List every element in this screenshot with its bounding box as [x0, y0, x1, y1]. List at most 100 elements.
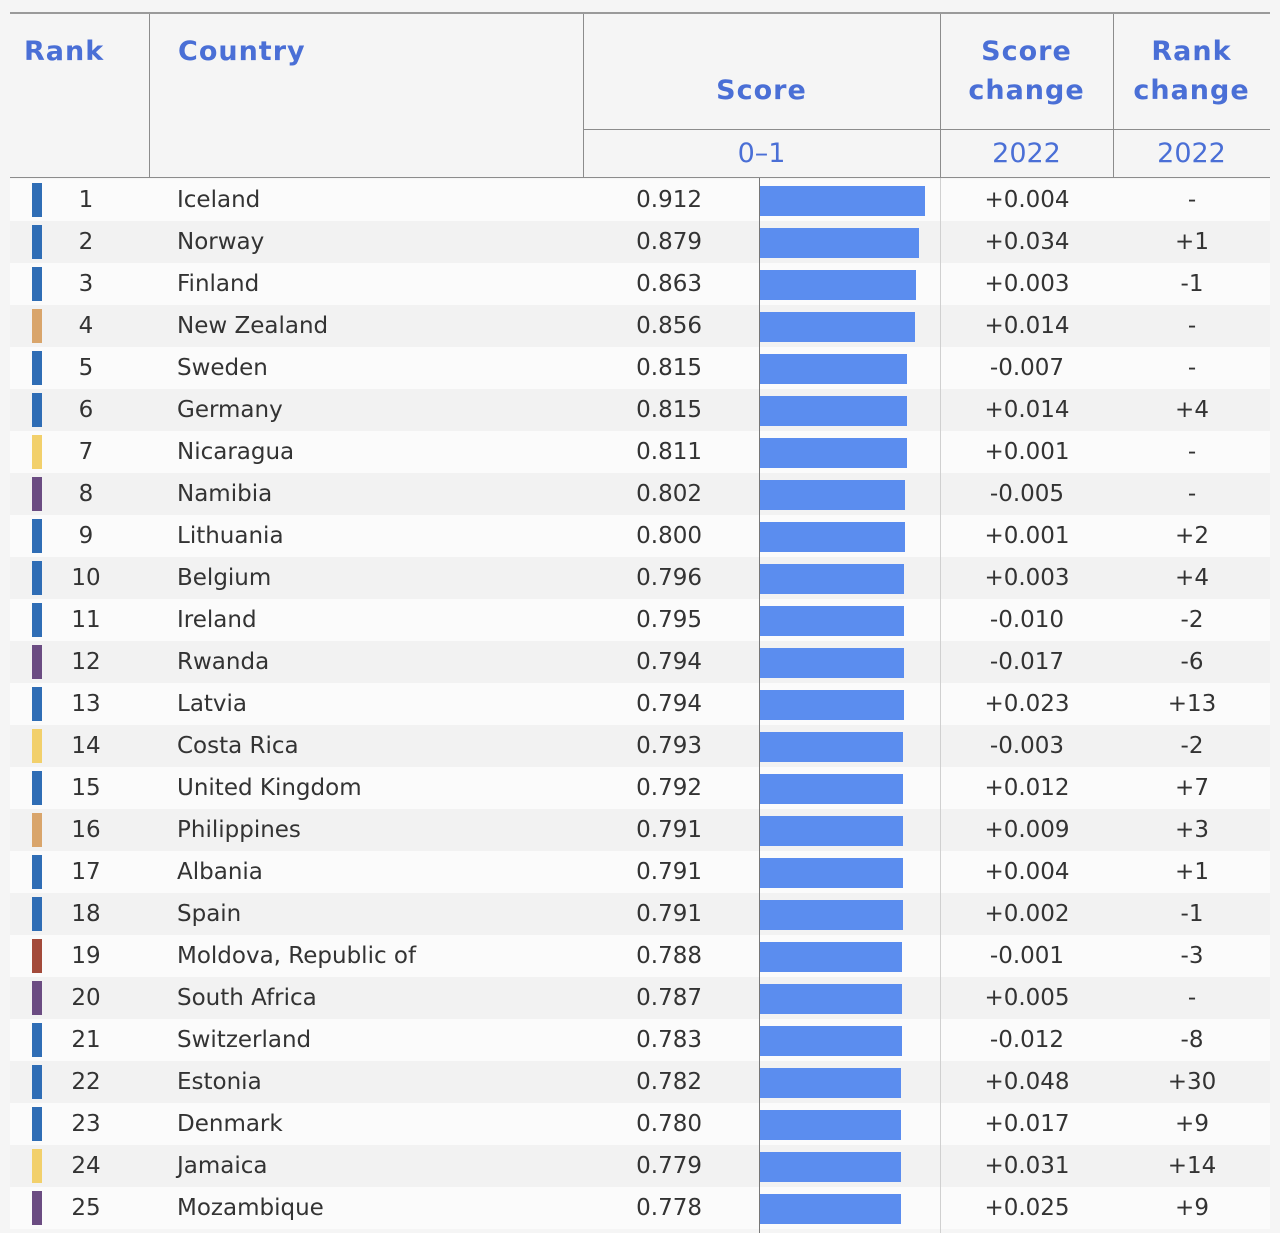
rank-change-cell: -1 [1180, 901, 1204, 927]
country-cell: Philippines [177, 817, 301, 843]
score-cell: 0.800 [636, 523, 702, 549]
country-cell: Sweden [177, 355, 268, 381]
score-change-header-line1: Score [981, 36, 1072, 67]
score-bar [760, 312, 915, 342]
score-change-cell: +0.023 [984, 691, 1070, 717]
rank-change-cell: - [1187, 313, 1197, 339]
table-row: 20 South Africa 0.787 +0.005 - [10, 977, 1270, 1019]
country-cell: Ireland [177, 607, 257, 633]
table-row: 6 Germany 0.815 +0.014 +4 [10, 389, 1270, 431]
region-swatch [32, 1107, 42, 1141]
rank-change-cell: +9 [1175, 1195, 1209, 1221]
score-change-cell: +0.003 [984, 565, 1070, 591]
country-cell: Germany [177, 397, 283, 423]
table-row: 15 United Kingdom 0.792 +0.012 +7 [10, 767, 1270, 809]
score-cell: 0.783 [636, 1027, 702, 1053]
score-change-cell: +0.004 [984, 187, 1070, 213]
rank-cell: 13 [71, 691, 101, 717]
region-swatch [32, 267, 42, 301]
rank-cell: 22 [71, 1069, 101, 1095]
top-border [10, 12, 1270, 14]
score-change-year: 2022 [992, 138, 1061, 169]
score-change-cell: -0.007 [989, 355, 1065, 381]
rank-change-cell: +4 [1175, 397, 1209, 423]
score-range-label: 0–1 [737, 138, 786, 169]
table-row: 24 Jamaica 0.779 +0.031 +14 [10, 1145, 1270, 1187]
score-change-cell: +0.025 [984, 1195, 1070, 1221]
rank-change-cell: - [1187, 187, 1197, 213]
score-cell: 0.787 [636, 985, 702, 1011]
region-swatch [32, 645, 42, 679]
score-bar [760, 564, 904, 594]
country-cell: Belgium [177, 565, 272, 591]
gender-gap-table: Rank Country Score Score change Rank cha… [0, 0, 1280, 1233]
rank-change-header-line2: change [1133, 75, 1250, 106]
country-cell: Denmark [177, 1111, 283, 1137]
region-swatch [32, 1065, 42, 1099]
rank-cell: 25 [71, 1195, 101, 1221]
rank-change-cell: -2 [1180, 733, 1204, 759]
rank-change-cell: +2 [1175, 523, 1209, 549]
rank-change-cell: +14 [1167, 1153, 1217, 1179]
table-row: 10 Belgium 0.796 +0.003 +4 [10, 557, 1270, 599]
score-change-cell: +0.004 [984, 859, 1070, 885]
country-cell: Spain [177, 901, 242, 927]
country-cell: Albania [177, 859, 263, 885]
score-change-cell: -0.012 [989, 1027, 1065, 1053]
score-change-cell: +0.001 [984, 523, 1070, 549]
score-cell: 0.879 [636, 229, 702, 255]
rank-cell: 8 [78, 481, 94, 507]
table-row: 8 Namibia 0.802 -0.005 - [10, 473, 1270, 515]
rank-change-cell: +1 [1175, 229, 1209, 255]
rank-cell: 7 [78, 439, 94, 465]
score-bar [760, 858, 903, 888]
rank-cell: 9 [78, 523, 94, 549]
rank-change-year: 2022 [1157, 138, 1226, 169]
bar-baseline [759, 178, 760, 1233]
score-cell: 0.815 [636, 397, 702, 423]
country-cell: New Zealand [177, 313, 329, 339]
rank-cell: 24 [71, 1153, 101, 1179]
score-change-cell: -0.003 [989, 733, 1065, 759]
country-cell: Namibia [177, 481, 273, 507]
table-row: 19 Moldova, Republic of 0.788 -0.001 -3 [10, 935, 1270, 977]
rank-cell: 18 [71, 901, 101, 927]
score-cell: 0.791 [636, 859, 702, 885]
region-swatch [32, 351, 42, 385]
score-bar [760, 942, 903, 972]
rank-cell: 5 [78, 355, 94, 381]
table-row: 21 Switzerland 0.783 -0.012 -8 [10, 1019, 1270, 1061]
score-bar [760, 1026, 902, 1056]
region-swatch [32, 561, 42, 595]
region-swatch [32, 1191, 42, 1225]
score-bar [760, 186, 925, 216]
rank-change-cell: +3 [1175, 817, 1209, 843]
region-swatch [32, 729, 42, 763]
score-change-cell: +0.003 [984, 271, 1070, 297]
score-cell: 0.779 [636, 1153, 702, 1179]
score-cell: 0.780 [636, 1111, 702, 1137]
score-change-cell: +0.048 [984, 1069, 1070, 1095]
score-bar [760, 1194, 901, 1224]
score-change-cell: -0.017 [989, 649, 1065, 675]
score-change-cell: +0.034 [984, 229, 1070, 255]
table-row: 18 Spain 0.791 +0.002 -1 [10, 893, 1270, 935]
score-change-header-line2: change [968, 75, 1085, 106]
divider-rank-country [149, 14, 150, 177]
score-change-cell: +0.001 [984, 439, 1070, 465]
score-cell: 0.815 [636, 355, 702, 381]
country-cell: Nicaragua [177, 439, 295, 465]
rank-change-cell: +4 [1175, 565, 1209, 591]
score-change-cell: +0.031 [984, 1153, 1070, 1179]
region-swatch [32, 855, 42, 889]
table-row: 9 Lithuania 0.800 +0.001 +2 [10, 515, 1270, 557]
country-cell: Rwanda [177, 649, 270, 675]
score-bar [760, 522, 905, 552]
rank-cell: 20 [71, 985, 101, 1011]
score-bar [760, 648, 904, 678]
country-cell: United Kingdom [177, 775, 362, 801]
score-bar [760, 816, 903, 846]
score-change-cell: +0.014 [984, 313, 1070, 339]
score-cell: 0.782 [636, 1069, 702, 1095]
rank-cell: 2 [78, 229, 94, 255]
